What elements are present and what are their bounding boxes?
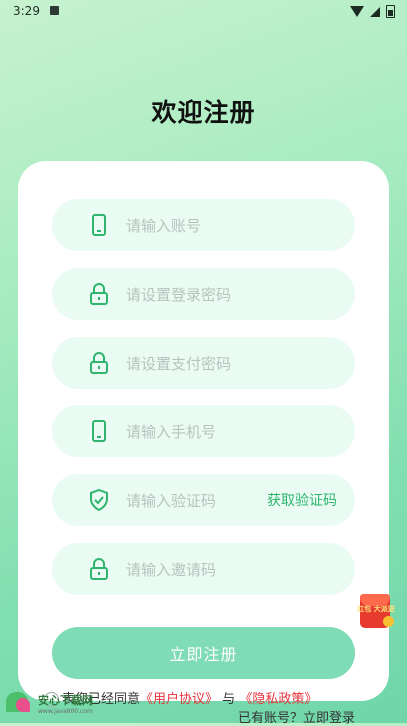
invite-code-field[interactable]: 请输入邀请码	[52, 543, 355, 595]
mobile-placeholder: 请输入手机号	[126, 423, 217, 441]
get-code-button[interactable]: 获取验证码	[267, 490, 337, 510]
pay-password-field[interactable]: 请设置支付密码	[52, 337, 355, 389]
login-password-placeholder: 请设置登录密码	[126, 286, 232, 304]
privacy-policy-link[interactable]: 《隐私政策》	[239, 692, 317, 707]
status-bar: 3:29	[0, 0, 407, 24]
status-icons	[350, 5, 395, 18]
watermark-logo-icon	[4, 690, 34, 716]
signal-icon	[370, 6, 380, 17]
lock-icon	[88, 282, 110, 306]
login-password-field[interactable]: 请设置登录密码	[52, 268, 355, 320]
pay-password-placeholder: 请设置支付密码	[126, 355, 232, 373]
lock-icon	[88, 557, 110, 581]
watermark-title: 安心下载网	[38, 693, 93, 707]
red-packet-float-button[interactable]: 红包 大派送	[356, 592, 396, 630]
watermark: 安心下载网 www.java800.com	[4, 690, 93, 716]
phone-icon	[88, 419, 110, 443]
page-title: 欢迎注册	[151, 98, 256, 127]
login-link[interactable]: 已有账号？立即登录	[238, 707, 355, 726]
status-time: 3:29	[13, 4, 40, 18]
shield-check-icon	[88, 488, 110, 512]
notification-icon	[50, 6, 59, 15]
account-placeholder: 请输入账号	[126, 217, 202, 235]
register-button[interactable]: 立即注册	[52, 627, 355, 679]
red-packet-label: 红包 大派送	[357, 605, 395, 613]
agreement-and: 与	[222, 692, 236, 707]
verification-code-field[interactable]: 请输入验证码 获取验证码	[52, 474, 355, 526]
phone-icon	[88, 213, 110, 237]
wifi-icon	[350, 6, 364, 17]
watermark-url: www.java800.com	[38, 707, 93, 715]
battery-icon	[386, 5, 395, 18]
account-field[interactable]: 请输入账号	[52, 199, 355, 251]
verification-code-placeholder: 请输入验证码	[126, 492, 217, 510]
invite-code-placeholder: 请输入邀请码	[126, 561, 217, 579]
lock-icon	[88, 351, 110, 375]
user-agreement-link[interactable]: 《用户协议》	[140, 692, 218, 707]
mobile-field[interactable]: 请输入手机号	[52, 405, 355, 457]
